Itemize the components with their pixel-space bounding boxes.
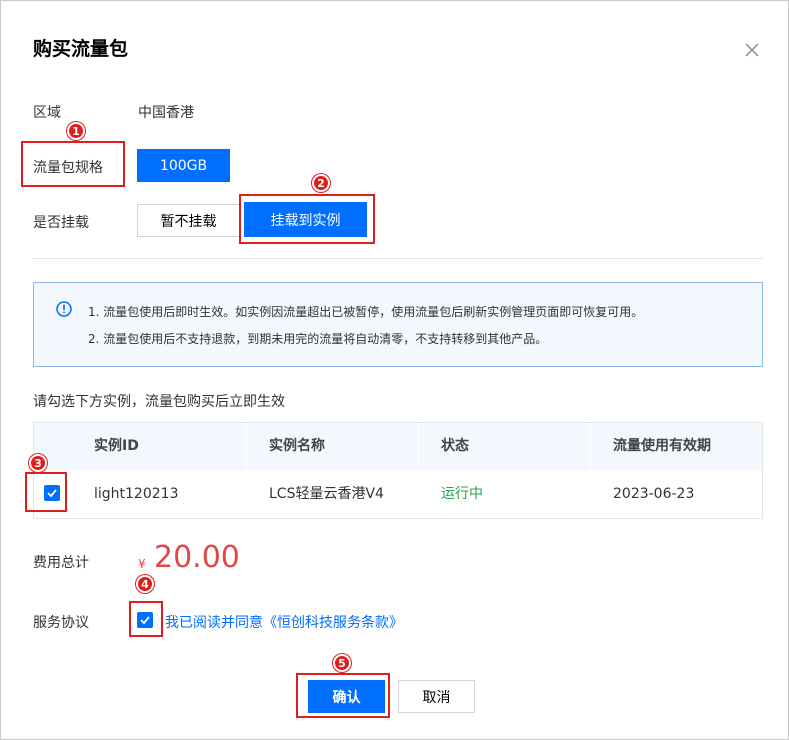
- column-header-id: 实例ID: [94, 438, 139, 454]
- purchase-traffic-dialog: 购买流量包 区域 中国香港 1 流量包规格 100GB 是否挂载 暂不挂载 2 …: [0, 0, 789, 740]
- agreement-label: 服务协议: [33, 615, 89, 631]
- info-icon: [56, 301, 72, 317]
- table-header: 实例ID 实例名称 状态 流量使用有效期: [34, 423, 762, 470]
- instance-expiry-cell: 2023-06-23: [613, 486, 695, 502]
- column-header-expiry: 流量使用有效期: [613, 438, 711, 454]
- agreement-link[interactable]: 我已阅读并同意《恒创科技服务条款》: [165, 612, 403, 632]
- checkmark-icon: [140, 616, 150, 625]
- currency-symbol: ¥: [138, 557, 146, 571]
- dialog-title: 购买流量包: [33, 38, 129, 60]
- close-icon-glyph: [745, 43, 759, 57]
- annotation-marker-5: 5: [333, 654, 351, 672]
- spec-label: 流量包规格: [33, 160, 103, 176]
- notice-box: 1. 流量包使用后即时生效。如实例因流量超出已被暂停，使用流量包后刷新实例管理页…: [33, 282, 763, 367]
- divider: [33, 258, 763, 259]
- agreement-checkbox[interactable]: [137, 612, 153, 628]
- instance-status-cell: 运行中: [441, 486, 483, 502]
- annotation-marker-1: 1: [67, 122, 85, 140]
- instance-id-cell: light120213: [94, 486, 179, 502]
- instance-name-cell: LCS轻量云香港V4: [269, 486, 384, 502]
- instance-table: 实例ID 实例名称 状态 流量使用有效期 light120213 LCS轻量云香…: [33, 422, 763, 519]
- column-divider: [246, 423, 247, 470]
- notice-line-1: 1. 流量包使用后即时生效。如实例因流量超出已被暂停，使用流量包后刷新实例管理页…: [88, 305, 644, 319]
- mount-option-instance[interactable]: 挂载到实例: [244, 202, 367, 237]
- total-price: 20.00: [154, 540, 240, 575]
- column-divider: [590, 423, 591, 470]
- region-value: 中国香港: [138, 105, 194, 121]
- column-divider: [418, 423, 419, 470]
- notice-line-2: 2. 流量包使用后不支持退款，到期未用完的流量将自动清零，不支持转移到其他产品。: [88, 332, 548, 346]
- mount-label: 是否挂载: [33, 215, 89, 231]
- checkmark-icon: [47, 489, 57, 498]
- annotation-marker-3: 3: [29, 454, 47, 472]
- table-row[interactable]: light120213 LCS轻量云香港V4 运行中 2023-06-23: [34, 470, 762, 518]
- column-header-name: 实例名称: [269, 438, 325, 454]
- row-select-checkbox[interactable]: [44, 485, 60, 501]
- annotation-marker-2: 2: [312, 174, 330, 192]
- annotation-marker-4: 4: [136, 575, 154, 593]
- cost-label: 费用总计: [33, 555, 89, 571]
- close-icon[interactable]: [741, 39, 763, 61]
- column-header-status: 状态: [441, 438, 469, 454]
- mount-option-none[interactable]: 暂不挂载: [137, 204, 240, 237]
- instance-hint: 请勾选下方实例，流量包购买后立即生效: [33, 394, 285, 410]
- cancel-button[interactable]: 取消: [398, 680, 475, 713]
- spec-option-100gb[interactable]: 100GB: [137, 149, 230, 182]
- region-label: 区域: [33, 105, 61, 121]
- confirm-button[interactable]: 确认: [308, 680, 385, 713]
